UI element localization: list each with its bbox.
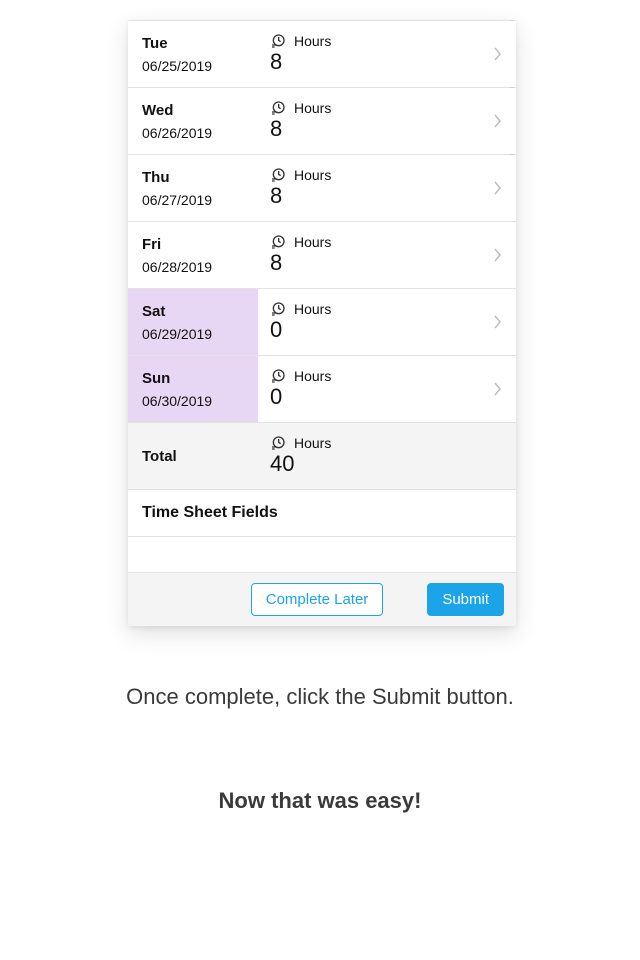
day-name: Sun bbox=[142, 370, 258, 387]
day-name: Tue bbox=[142, 35, 258, 52]
hours-cell[interactable]: Hours 0 bbox=[258, 356, 516, 422]
day-name: Fri bbox=[142, 236, 258, 253]
day-date: 06/26/2019 bbox=[142, 125, 258, 141]
day-date: 06/27/2019 bbox=[142, 192, 258, 208]
hours-label: Hours bbox=[294, 33, 331, 49]
total-hours-value: 40 bbox=[270, 451, 516, 477]
clock-icon bbox=[270, 167, 286, 183]
clock-icon bbox=[270, 368, 286, 384]
chevron-right-icon bbox=[494, 315, 502, 329]
table-row[interactable]: Wed 06/26/2019 Hours 8 bbox=[128, 87, 516, 154]
hours-cell[interactable]: Hours 0 bbox=[258, 289, 516, 355]
clock-icon bbox=[270, 100, 286, 116]
day-date: 06/25/2019 bbox=[142, 58, 258, 74]
total-label-cell: Total bbox=[128, 423, 258, 489]
hours-cell[interactable]: Hours 8 bbox=[258, 88, 516, 154]
chevron-right-icon bbox=[494, 181, 502, 195]
hours-value: 8 bbox=[270, 183, 516, 209]
chevron-right-icon bbox=[494, 248, 502, 262]
hours-value: 8 bbox=[270, 250, 516, 276]
hours-value: 0 bbox=[270, 317, 516, 343]
timesheet-card: Tue 06/25/2019 Hours 8 Wed 06/26/2019 Ho… bbox=[128, 20, 516, 626]
hours-label: Hours bbox=[294, 435, 331, 451]
hours-label: Hours bbox=[294, 100, 331, 116]
hours-value: 8 bbox=[270, 116, 516, 142]
footer: Complete Later Submit bbox=[128, 572, 516, 626]
chevron-right-icon bbox=[494, 114, 502, 128]
day-date: 06/30/2019 bbox=[142, 393, 258, 409]
clock-icon bbox=[270, 435, 286, 451]
day-name: Thu bbox=[142, 169, 258, 186]
hours-cell[interactable]: Hours 8 bbox=[258, 155, 516, 221]
hours-label: Hours bbox=[294, 301, 331, 317]
hours-label: Hours bbox=[294, 368, 331, 384]
clock-icon bbox=[270, 33, 286, 49]
chevron-right-icon bbox=[494, 47, 502, 61]
hours-value: 0 bbox=[270, 384, 516, 410]
table-row[interactable]: Sun 06/30/2019 Hours 0 bbox=[128, 355, 516, 422]
date-cell: Fri 06/28/2019 bbox=[128, 222, 258, 288]
hours-label: Hours bbox=[294, 234, 331, 250]
instruction-text: Once complete, click the Submit button. bbox=[0, 680, 640, 714]
day-date: 06/29/2019 bbox=[142, 326, 258, 342]
hours-value: 8 bbox=[270, 49, 516, 75]
date-cell: Tue 06/25/2019 bbox=[128, 21, 258, 87]
chevron-right-icon bbox=[494, 382, 502, 396]
date-cell: Sun 06/30/2019 bbox=[128, 356, 258, 422]
table-row[interactable]: Sat 06/29/2019 Hours 0 bbox=[128, 288, 516, 355]
day-date: 06/28/2019 bbox=[142, 259, 258, 275]
date-cell: Sat 06/29/2019 bbox=[128, 289, 258, 355]
total-hours-cell: Hours 40 bbox=[258, 423, 516, 489]
hours-cell[interactable]: Hours 8 bbox=[258, 21, 516, 87]
table-row[interactable]: Tue 06/25/2019 Hours 8 bbox=[128, 20, 516, 87]
tagline-text: Now that was easy! bbox=[0, 788, 640, 814]
day-name: Sat bbox=[142, 303, 258, 320]
clock-icon bbox=[270, 301, 286, 317]
complete-later-button[interactable]: Complete Later bbox=[251, 583, 384, 616]
clock-icon bbox=[270, 234, 286, 250]
hours-cell[interactable]: Hours 8 bbox=[258, 222, 516, 288]
table-row[interactable]: Fri 06/28/2019 Hours 8 bbox=[128, 221, 516, 288]
section-header: Time Sheet Fields bbox=[128, 489, 516, 536]
date-cell: Wed 06/26/2019 bbox=[128, 88, 258, 154]
day-name: Wed bbox=[142, 102, 258, 119]
empty-row bbox=[128, 536, 516, 572]
total-label: Total bbox=[142, 448, 258, 465]
submit-button[interactable]: Submit bbox=[427, 583, 504, 616]
table-row[interactable]: Thu 06/27/2019 Hours 8 bbox=[128, 154, 516, 221]
date-cell: Thu 06/27/2019 bbox=[128, 155, 258, 221]
hours-label: Hours bbox=[294, 167, 331, 183]
total-row: Total Hours 40 bbox=[128, 422, 516, 489]
